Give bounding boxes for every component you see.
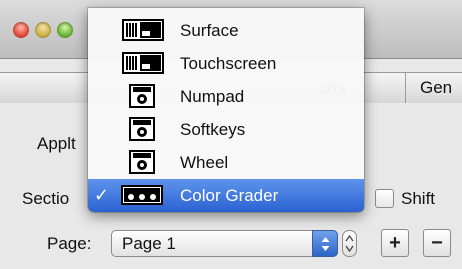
menu-item-numpad[interactable]: Numpad [88, 80, 364, 113]
shift-label: Shift [401, 189, 436, 208]
shift-checkbox[interactable] [375, 189, 394, 208]
zoom-window-button[interactable] [57, 22, 73, 38]
menu-item-label: Softkeys [180, 120, 246, 139]
minimize-window-button[interactable] [35, 22, 51, 38]
color-grader-icon [121, 185, 163, 205]
page-popup-value: Page 1 [122, 234, 176, 253]
menu-item-wheel[interactable]: Wheel [88, 146, 364, 179]
menu-item-label: Numpad [180, 87, 245, 106]
menu-item-softkeys[interactable]: Softkeys [88, 113, 364, 146]
checkmark-icon: ✓ [94, 185, 110, 205]
menu-item-label: Touchscreen [180, 54, 277, 73]
menu-item-label: Wheel [180, 153, 229, 172]
popup-arrows-icon [312, 230, 338, 257]
menu-item-label: Surface [180, 21, 239, 40]
surface-icon [122, 19, 164, 41]
tab-divider [405, 73, 406, 103]
close-window-button[interactable] [13, 22, 29, 38]
page-stepper[interactable] [342, 230, 357, 257]
menu-item-touchscreen[interactable]: Touchscreen [88, 47, 364, 80]
numpad-icon [129, 84, 155, 108]
menu-item-label: Color Grader [180, 186, 279, 205]
page-popup[interactable]: Page 1 [111, 230, 338, 257]
subtab-applications[interactable]: Applt [37, 134, 76, 154]
wheel-icon [129, 150, 155, 174]
add-page-button[interactable]: + [381, 229, 409, 257]
touchscreen-icon [122, 52, 164, 74]
section-label: Sectio [22, 189, 70, 208]
softkeys-icon [129, 117, 155, 141]
menu-item-surface[interactable]: Surface [88, 14, 364, 47]
section-dropdown-menu: Surface Touchscreen Numpad Softkeys Whee… [88, 8, 364, 212]
tab-general[interactable]: Gen [420, 73, 452, 103]
menu-item-color-grader[interactable]: ✓ Color Grader [88, 179, 364, 212]
page-label: Page: [47, 234, 92, 253]
remove-page-button[interactable]: − [423, 229, 451, 257]
